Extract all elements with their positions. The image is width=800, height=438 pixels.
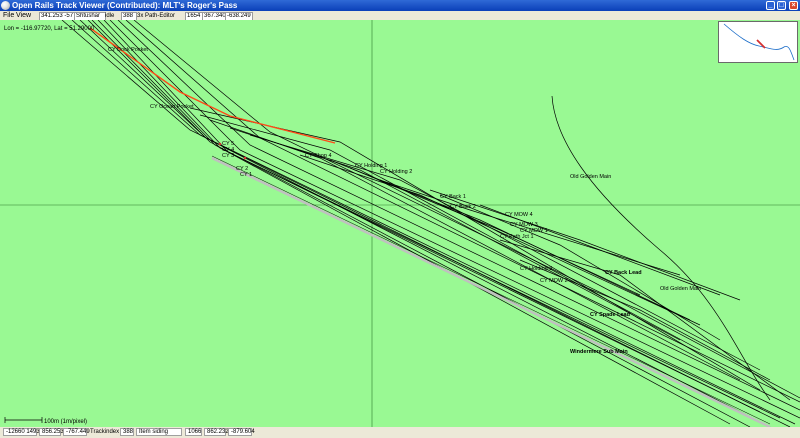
track-selected-siding bbox=[211, 156, 771, 427]
track-label: CY Back 2 bbox=[450, 204, 476, 210]
track-label: CY Holding 3 bbox=[520, 266, 552, 272]
track-yard-12 bbox=[479, 204, 721, 296]
window-title: Open Rails Track Viewer (Contributed): M… bbox=[12, 1, 238, 10]
track-lines bbox=[61, 20, 800, 427]
minimap-route bbox=[723, 23, 795, 61]
track-label: CY MOW 4 bbox=[505, 212, 533, 218]
track-route-highlight bbox=[89, 27, 336, 144]
menu-view[interactable]: View bbox=[16, 11, 31, 20]
track-label: Windermere Sub Main bbox=[570, 349, 628, 355]
menu-bar: File View 341.253 -57 Shtushar idle 388 … bbox=[0, 11, 800, 21]
track-main-10 bbox=[125, 20, 800, 403]
track-yard-4 bbox=[229, 127, 681, 341]
track-label: CY Back Lead bbox=[605, 270, 642, 276]
track-main-7 bbox=[103, 20, 781, 419]
track-label: Old Golden Main bbox=[660, 286, 701, 292]
app-window: Open Rails Track Viewer (Contributed): M… bbox=[0, 0, 800, 438]
track-main-5 bbox=[91, 20, 731, 425]
track-drawing[interactable]: CY Dock PocketCY Ocean PocketCY 5CY 4CY … bbox=[0, 20, 800, 427]
track-label: CY Dock Pocket bbox=[108, 47, 148, 53]
track-label: Old Golden Main bbox=[570, 174, 611, 180]
toolbar-idle-label: idle bbox=[105, 13, 115, 19]
track-label: CY Spade Lead bbox=[590, 312, 630, 318]
track-label: CY 1 bbox=[240, 172, 252, 178]
menu-file[interactable]: File bbox=[3, 11, 14, 20]
coordinates-readout: Lon = -116.97720, Lat = 51.29000 bbox=[4, 26, 95, 32]
track-label: CY Ocean Pocket bbox=[150, 104, 194, 110]
marker-dot-1 bbox=[218, 142, 222, 146]
scale-label: 100m (1m/pixel) bbox=[44, 419, 88, 425]
status-field-f: -879.604 bbox=[228, 428, 255, 436]
status-coord-b: 856.253 bbox=[39, 428, 64, 436]
maximize-icon[interactable]: □ bbox=[777, 1, 786, 10]
track-yard-1 bbox=[189, 107, 761, 391]
status-field-d: 1066 bbox=[185, 428, 202, 436]
track-main-2 bbox=[71, 20, 791, 427]
close-icon[interactable]: × bbox=[789, 1, 798, 10]
title-bar[interactable]: Open Rails Track Viewer (Contributed): M… bbox=[0, 0, 800, 11]
track-labels: CY Dock PocketCY Ocean PocketCY 5CY 4CY … bbox=[108, 47, 701, 355]
minimize-icon[interactable]: _ bbox=[766, 1, 775, 10]
status-trackindex-value: 388 bbox=[120, 428, 134, 436]
status-field-e: 862.232 bbox=[204, 428, 229, 436]
track-label: CY Holding 2 bbox=[380, 169, 412, 175]
track-main-9 bbox=[117, 20, 800, 411]
track-label: CY MOW 2 bbox=[540, 278, 568, 284]
marker-dot-2 bbox=[243, 156, 247, 160]
status-item-field: Item siding bbox=[136, 428, 182, 436]
status-coord-c: -767.449 bbox=[63, 428, 90, 436]
toolbar-path-editor[interactable]: 3x Path-Editor bbox=[137, 12, 175, 20]
track-label: CY Path Jct 1 bbox=[500, 234, 534, 240]
track-main-8 bbox=[109, 20, 800, 419]
track-label: CY 3 bbox=[222, 153, 234, 159]
status-trackindex-label: Trackindex bbox=[90, 429, 120, 435]
track-label: CY Back 1 bbox=[440, 194, 466, 200]
track-label: CY Shop 4 bbox=[305, 153, 332, 159]
track-main-1 bbox=[61, 20, 796, 425]
app-icon bbox=[1, 1, 10, 10]
status-bar: -12660 1493 856.253 -767.449 Trackindex … bbox=[0, 427, 800, 438]
minimap[interactable] bbox=[718, 21, 798, 63]
track-canvas[interactable]: CY Dock Pocket CY Ocean Pocket CY 5 CY 4 CY … bbox=[0, 20, 800, 427]
status-coord-a: -12660 1493 bbox=[3, 428, 40, 436]
